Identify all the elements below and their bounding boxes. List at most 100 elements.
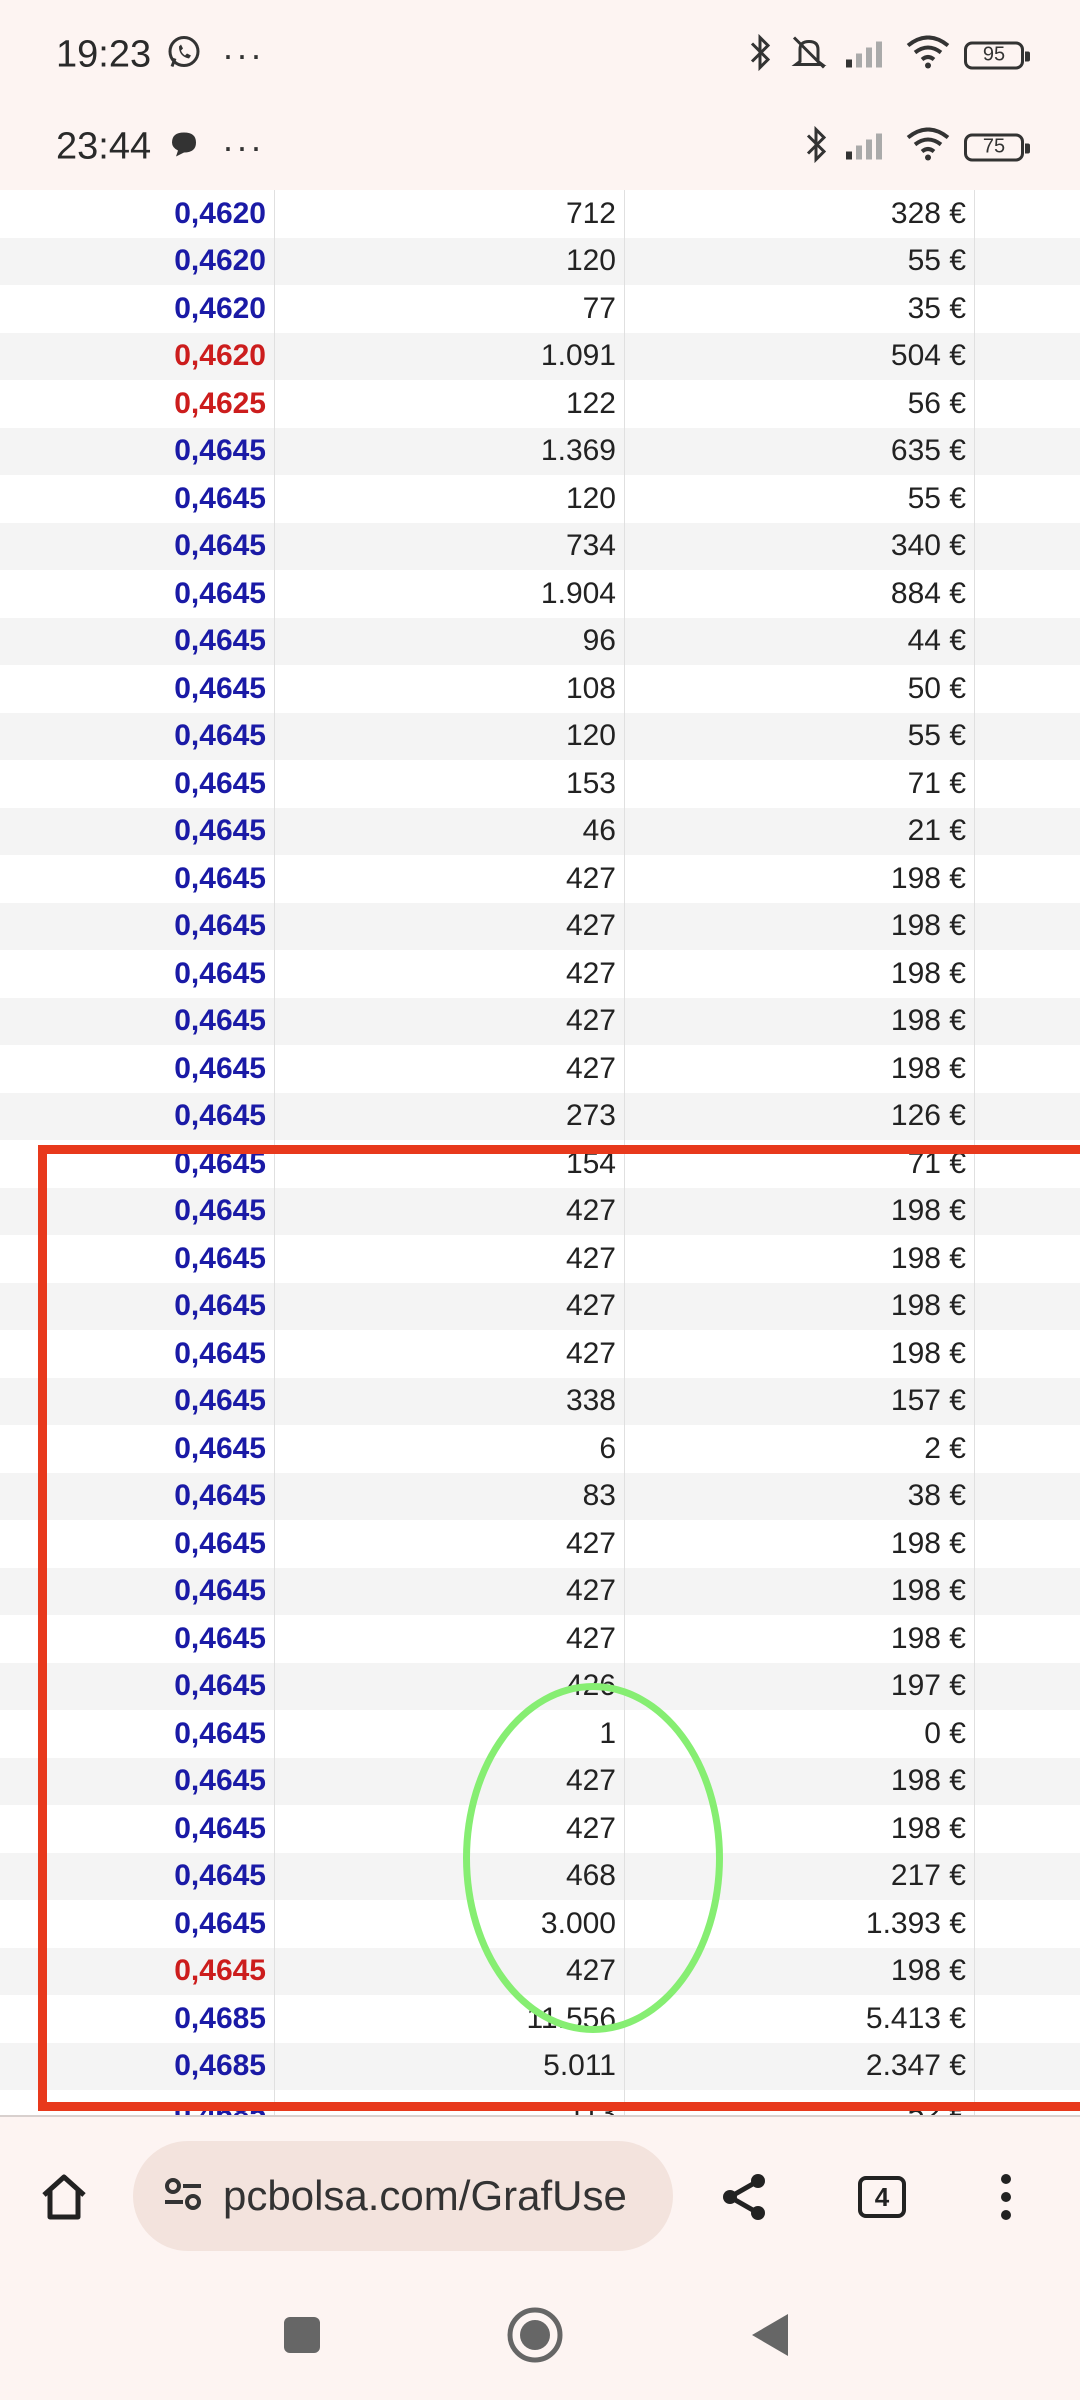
recents-button[interactable] xyxy=(280,2313,324,2357)
battery-icon-2: 75 xyxy=(964,133,1030,161)
trade-amount: 1.393 € xyxy=(625,1900,975,1948)
more-notifications-icon-2: ··· xyxy=(222,126,264,167)
trade-volume: 1.091 xyxy=(275,332,625,380)
trade-volume: 426 xyxy=(275,1662,625,1710)
status-time-2: 23:44 xyxy=(56,125,152,168)
trade-amount: 71 € xyxy=(625,1140,975,1188)
trade-price: 0,4620 xyxy=(0,285,275,333)
trade-amount: 2.347 € xyxy=(625,2042,975,2090)
address-bar[interactable]: pcbolsa.com/GrafUse xyxy=(133,2141,673,2251)
trade-volume: 427 xyxy=(275,1235,625,1283)
trade-price: 0,4645 xyxy=(0,570,275,618)
table-row: 0,4620 77 35 € xyxy=(0,285,1080,333)
trade-volume: 77 xyxy=(275,285,625,333)
home-nav-button[interactable] xyxy=(505,2305,565,2365)
trade-price: 0,4645 xyxy=(0,997,275,1045)
trade-price: 0,4645 xyxy=(0,1805,275,1853)
table-row: 0,4620 712 328 € xyxy=(0,190,1080,238)
trade-price: 0,4645 xyxy=(0,1330,275,1378)
trade-amount: 884 € xyxy=(625,570,975,618)
trade-volume: 3.000 xyxy=(275,1900,625,1948)
trade-price: 0,4645 xyxy=(0,950,275,998)
table-row: 0,4645 427 198 € xyxy=(0,997,1080,1045)
tab-count: 4 xyxy=(858,2176,906,2218)
home-button[interactable] xyxy=(36,2169,92,2225)
trade-volume: 427 xyxy=(275,1805,625,1853)
trade-price: 0,4625 xyxy=(0,380,275,428)
trade-amount: 198 € xyxy=(625,1045,975,1093)
trade-amount: 198 € xyxy=(625,1757,975,1805)
trade-price: 0,4685 xyxy=(0,2090,275,2115)
trade-amount: 71 € xyxy=(625,760,975,808)
trade-price: 0,4645 xyxy=(0,1947,275,1995)
table-row: 0,4645 120 55 € xyxy=(0,475,1080,523)
trade-volume: 1.904 xyxy=(275,570,625,618)
trade-volume: 120 xyxy=(275,712,625,760)
trade-volume: 427 xyxy=(275,950,625,998)
table-row: 0,4645 1.369 635 € xyxy=(0,427,1080,475)
trade-price: 0,4645 xyxy=(0,1615,275,1663)
trade-volume: 83 xyxy=(275,1472,625,1520)
bluetooth-icon-2 xyxy=(804,125,830,169)
trade-amount: 198 € xyxy=(625,1330,975,1378)
trade-volume: 427 xyxy=(275,1757,625,1805)
trade-amount: 198 € xyxy=(625,1615,975,1663)
trade-volume: 734 xyxy=(275,522,625,570)
wifi-icon-2 xyxy=(906,127,950,167)
trade-volume: 5.011 xyxy=(275,2042,625,2090)
trade-amount: 198 € xyxy=(625,1235,975,1283)
trade-price: 0,4645 xyxy=(0,1757,275,1805)
table-row: 0,4645 6 2 € xyxy=(0,1425,1080,1473)
table-row: 0,4645 96 44 € xyxy=(0,617,1080,665)
table-row: 0,4645 468 217 € xyxy=(0,1852,1080,1900)
trade-amount: 217 € xyxy=(625,1852,975,1900)
status-icons: 95 xyxy=(748,33,1030,77)
trade-volume: 273 xyxy=(275,1092,625,1140)
trade-volume: 96 xyxy=(275,617,625,665)
trade-price: 0,4645 xyxy=(0,1472,275,1520)
trade-volume: 1 xyxy=(275,1710,625,1758)
table-row: 0,4645 154 71 € xyxy=(0,1140,1080,1188)
trade-amount: 38 € xyxy=(625,1472,975,1520)
status-icons-2: 75 xyxy=(804,125,1030,169)
share-button[interactable] xyxy=(716,2169,772,2225)
status-bar-second: 23:44 ··· 75 xyxy=(0,100,1080,194)
trade-price: 0,4645 xyxy=(0,475,275,523)
trade-amount: 55 € xyxy=(625,712,975,760)
trade-amount: 44 € xyxy=(625,617,975,665)
trade-amount: 0 € xyxy=(625,1710,975,1758)
trades-table[interactable]: 0,4620 712 328 € 0,4620 120 55 € 0,4620 77 35 € 0… xyxy=(0,190,1080,2115)
table-row: 0,4685 5.011 2.347 € xyxy=(0,2042,1080,2090)
table-row: 0,4645 120 55 € xyxy=(0,712,1080,760)
trade-price: 0,4645 xyxy=(0,1282,275,1330)
site-settings-icon[interactable] xyxy=(161,2172,205,2221)
trade-price: 0,4645 xyxy=(0,1377,275,1425)
trade-volume: 427 xyxy=(275,1947,625,1995)
trade-price: 0,4645 xyxy=(0,1710,275,1758)
table-row: 0,4645 46 21 € xyxy=(0,807,1080,855)
trade-amount: 198 € xyxy=(625,1187,975,1235)
table-row: 0,4685 113 52 € xyxy=(0,2090,1080,2115)
overflow-menu-button[interactable] xyxy=(996,2169,1016,2225)
trade-volume: 46 xyxy=(275,807,625,855)
trade-volume: 427 xyxy=(275,902,625,950)
chat-bubble-icon xyxy=(168,129,200,166)
mute-vibrate-icon xyxy=(788,34,830,77)
back-button[interactable] xyxy=(748,2310,792,2360)
trade-amount: 198 € xyxy=(625,997,975,1045)
tab-switcher-button[interactable]: 4 xyxy=(858,2176,906,2218)
trade-volume: 113 xyxy=(275,2090,625,2115)
trade-volume: 427 xyxy=(275,1615,625,1663)
trade-amount: 198 € xyxy=(625,1282,975,1330)
table-row: 0,4645 427 198 € xyxy=(0,1235,1080,1283)
trade-volume: 153 xyxy=(275,760,625,808)
status-bar-top: 19:23 ··· 95 xyxy=(0,8,1080,102)
trade-price: 0,4645 xyxy=(0,1852,275,1900)
table-row: 0,4645 153 71 € xyxy=(0,760,1080,808)
table-row: 0,4645 83 38 € xyxy=(0,1472,1080,1520)
trade-volume: 427 xyxy=(275,1330,625,1378)
trade-price: 0,4645 xyxy=(0,1425,275,1473)
trade-price: 0,4645 xyxy=(0,1140,275,1188)
trade-volume: 427 xyxy=(275,1282,625,1330)
trade-price: 0,4645 xyxy=(0,1092,275,1140)
